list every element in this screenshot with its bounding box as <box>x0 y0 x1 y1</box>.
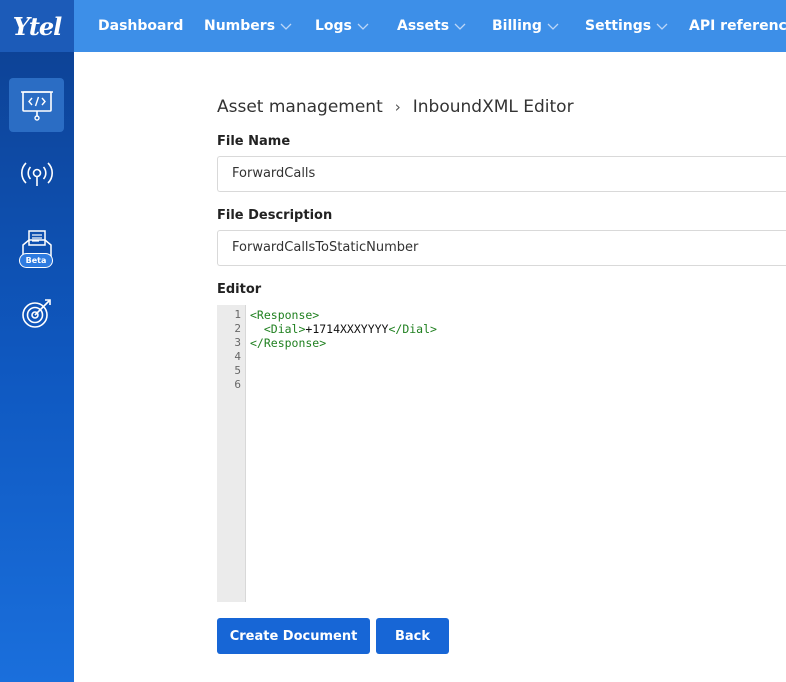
line-number: 6 <box>234 378 241 391</box>
file-name-label: File Name <box>217 134 291 149</box>
nav-label: API reference <box>689 18 786 34</box>
chevron-down-icon <box>356 21 370 31</box>
nav-item-billing[interactable]: Billing <box>492 0 560 52</box>
xml-code-editor[interactable]: 1 2 3 4 5 6 <Response> <Dial>+1714XXXYYY… <box>217 305 786 602</box>
line-number: 4 <box>234 350 241 363</box>
breadcrumb-current: InboundXML Editor <box>412 97 574 117</box>
nav-label: Settings <box>585 18 652 34</box>
broadcast-antenna-icon <box>20 158 54 192</box>
line-number: 1 <box>234 308 241 321</box>
nav-label: Dashboard <box>98 18 184 34</box>
nav-label: Assets <box>397 18 450 34</box>
nav-item-settings[interactable]: Settings <box>585 0 669 52</box>
line-number-gutter: 1 2 3 4 5 6 <box>217 305 246 602</box>
breadcrumb-parent[interactable]: Asset management <box>217 97 383 117</box>
chevron-down-icon <box>279 21 293 31</box>
code-presentation-icon <box>20 88 54 122</box>
nav-item-logs[interactable]: Logs <box>315 0 370 52</box>
xml-tag: <Response> <box>250 308 320 322</box>
xml-tag: </Dial> <box>388 322 437 336</box>
line-number: 2 <box>234 322 241 335</box>
chevron-down-icon <box>453 21 467 31</box>
editor-label: Editor <box>217 282 262 297</box>
xml-tag: </Response> <box>250 336 327 350</box>
logo-text: Ytel <box>12 11 63 41</box>
code-line: <Dial>+1714XXXYYYY</Dial> <box>250 322 437 336</box>
breadcrumb: Asset management › InboundXML Editor <box>217 97 574 117</box>
xml-text: +1714XXXYYYY <box>305 322 389 336</box>
sidebar: Beta <box>0 52 74 682</box>
brand-logo[interactable]: Ytel <box>0 0 74 52</box>
sidebar-item-broadcast[interactable] <box>9 148 64 202</box>
create-document-button[interactable]: Create Document <box>217 618 370 654</box>
chevron-down-icon <box>655 21 669 31</box>
nav-label: Numbers <box>204 18 276 34</box>
code-line: <Response> <box>250 308 319 322</box>
line-number: 3 <box>234 336 241 349</box>
file-name-input[interactable]: ForwardCalls <box>217 156 786 192</box>
chevron-down-icon <box>546 21 560 31</box>
back-button[interactable]: Back <box>376 618 449 654</box>
xml-tag: <Dial> <box>250 322 306 336</box>
main-content: Asset management › InboundXML Editor Fil… <box>74 52 786 682</box>
nav-item-assets[interactable]: Assets <box>397 0 467 52</box>
line-number: 5 <box>234 364 241 377</box>
nav-label: Logs <box>315 18 352 34</box>
nav-item-numbers[interactable]: Numbers <box>204 0 293 52</box>
nav-label: Billing <box>492 18 542 34</box>
sidebar-item-campaigns[interactable] <box>9 286 64 340</box>
nav-item-dashboard[interactable]: Dashboard <box>98 0 183 52</box>
breadcrumb-separator: › <box>394 98 401 116</box>
beta-badge: Beta <box>19 253 53 268</box>
top-navigation-bar: Ytel Dashboard Numbers Logs Assets Billi… <box>0 0 786 52</box>
sidebar-item-code-editor[interactable] <box>9 78 64 132</box>
target-arrow-icon <box>20 296 54 330</box>
code-line: </Response> <box>250 336 326 350</box>
file-description-label: File Description <box>217 208 333 223</box>
file-description-input[interactable]: ForwardCallsToStaticNumber <box>217 230 786 266</box>
nav-item-api-reference[interactable]: API reference <box>689 0 786 52</box>
